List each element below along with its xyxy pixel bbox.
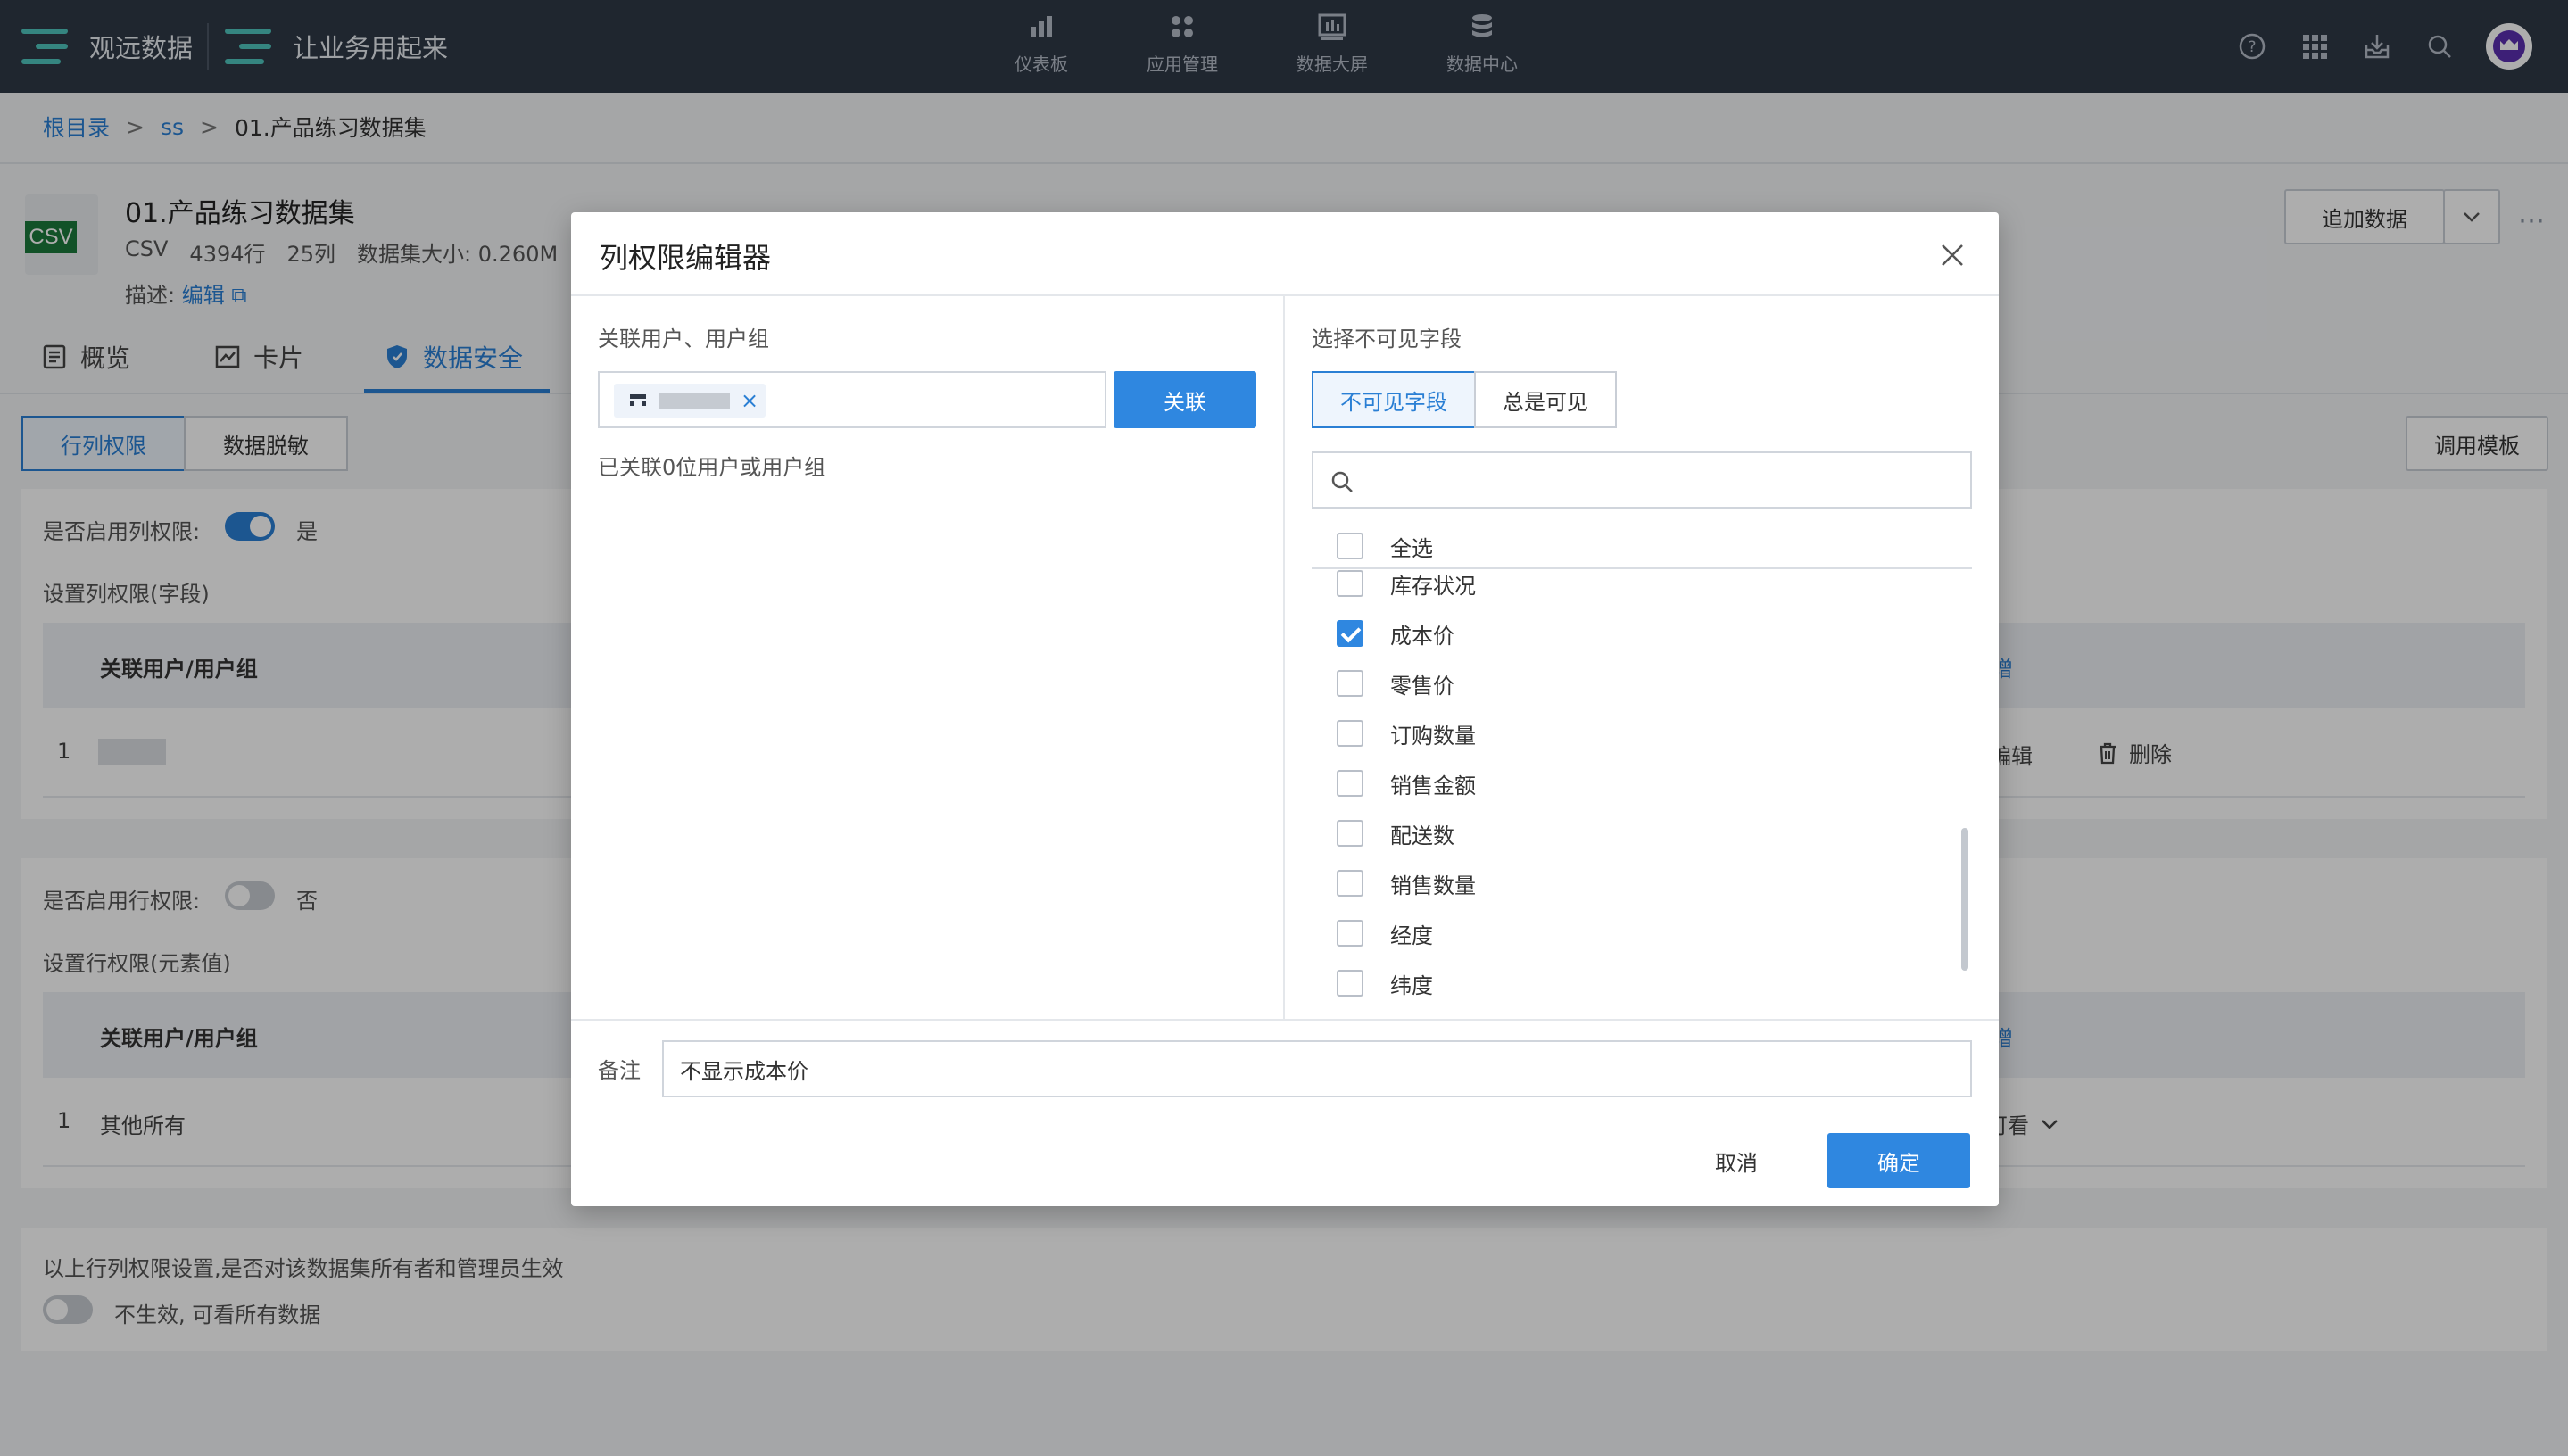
select-all-label: 全选: [1390, 535, 1433, 561]
dialog-column-divider: [1283, 296, 1285, 1021]
field-list-scrollbar[interactable]: [1961, 828, 1968, 971]
dialog-title: 列权限编辑器: [600, 241, 772, 275]
field-option[interactable]: 订购数量: [1312, 708, 1476, 758]
field-checkbox[interactable]: [1337, 820, 1363, 847]
remark-field: [662, 1040, 1972, 1097]
field-label: 销售数量: [1390, 873, 1476, 898]
field-option[interactable]: 库存状况: [1312, 558, 1476, 608]
remark-label: 备注: [598, 1058, 641, 1083]
field-checkbox[interactable]: [1337, 970, 1363, 997]
field-checkbox[interactable]: [1337, 870, 1363, 897]
field-option[interactable]: 成本价: [1312, 608, 1454, 658]
field-label: 纬度: [1390, 972, 1433, 998]
seg-invisible-fields[interactable]: 不可见字段: [1312, 371, 1476, 428]
remove-tag-icon[interactable]: ×: [741, 388, 758, 413]
seg-always-visible[interactable]: 总是可见: [1474, 371, 1617, 428]
field-label: 零售价: [1390, 673, 1454, 699]
field-label: 库存状况: [1390, 573, 1476, 599]
field-checkbox-list: 全选 库存状况 成本价 零售价 订购数量 销售金额 配送数 销售数量 经度 纬度: [1312, 521, 1972, 1017]
search-icon: [1331, 471, 1353, 492]
field-option[interactable]: 经度: [1312, 908, 1433, 958]
redacted-user-name: [659, 393, 730, 409]
field-option[interactable]: 销售数量: [1312, 858, 1476, 908]
field-option[interactable]: 纬度: [1312, 958, 1433, 1008]
field-option[interactable]: 配送数: [1312, 808, 1454, 858]
remark-input[interactable]: [680, 1051, 1947, 1087]
dialog-body-divider: [571, 1019, 1999, 1021]
field-checkbox[interactable]: [1337, 920, 1363, 947]
field-search-input[interactable]: [1367, 462, 1956, 498]
select-all-divider: [1312, 567, 1972, 569]
field-option[interactable]: 零售价: [1312, 658, 1454, 708]
field-option[interactable]: 销售金额: [1312, 758, 1476, 808]
field-label: 成本价: [1390, 623, 1454, 649]
field-label: 销售金额: [1390, 773, 1476, 798]
field-search-box: [1312, 451, 1972, 509]
invisible-fields-label: 选择不可见字段: [1312, 327, 1462, 352]
close-icon[interactable]: [1938, 241, 1967, 269]
confirm-button[interactable]: 确定: [1827, 1133, 1970, 1188]
select-all-checkbox[interactable]: [1337, 533, 1363, 559]
dialog-header-divider: [571, 294, 1999, 296]
column-permission-editor-dialog: 列权限编辑器 关联用户、用户组 × 关联 已关联0位用户或用户组 选择不可见字段…: [571, 212, 1999, 1206]
field-checkbox[interactable]: [1337, 570, 1363, 597]
field-label: 订购数量: [1390, 723, 1476, 749]
user-group-tag-input[interactable]: ×: [598, 371, 1106, 428]
field-checkbox[interactable]: [1337, 770, 1363, 797]
associate-button[interactable]: 关联: [1114, 371, 1256, 428]
user-group-tag: ×: [614, 384, 766, 418]
field-checkbox-checked[interactable]: [1337, 620, 1363, 647]
user-group-icon: [630, 394, 646, 406]
field-checkbox[interactable]: [1337, 720, 1363, 747]
field-checkbox[interactable]: [1337, 670, 1363, 697]
associated-count-text: 已关联0位用户或用户组: [598, 455, 826, 480]
associate-users-label: 关联用户、用户组: [598, 327, 769, 352]
field-label: 配送数: [1390, 823, 1454, 848]
cancel-button[interactable]: 取消: [1674, 1133, 1799, 1188]
field-label: 经度: [1390, 922, 1433, 948]
